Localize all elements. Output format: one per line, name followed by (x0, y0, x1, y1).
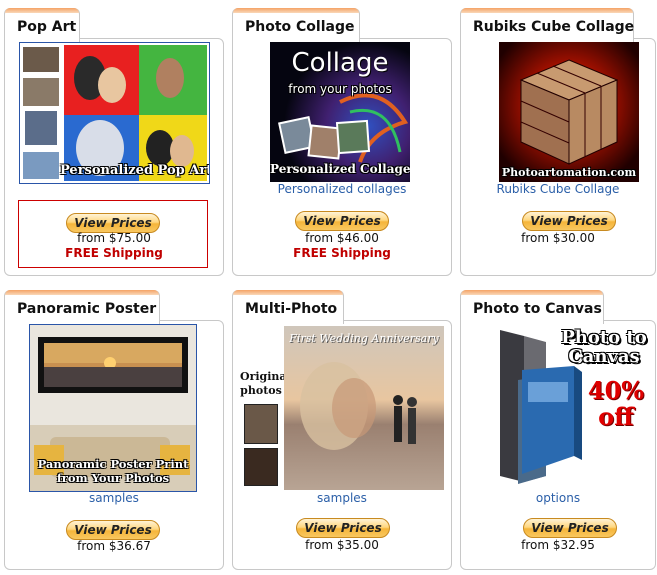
discount-promo: 40% off (587, 376, 645, 431)
tab-label: Photo to Canvas (473, 301, 602, 317)
product-card-photo-to-canvas: Photo to Canvas Photo to Canvas 40% off … (460, 286, 656, 570)
collage-subtitle: from your photos (288, 82, 392, 96)
rubiks-cube-graphic (499, 42, 639, 182)
tab-pop-art[interactable]: Pop Art (4, 8, 80, 42)
price-text: from $32.95 (521, 538, 595, 552)
tab-highlight (5, 8, 79, 13)
collage-caption: Personalized Collage (270, 162, 410, 176)
tab-highlight (461, 290, 603, 295)
view-prices-button[interactable]: View Prices (295, 211, 389, 231)
multi-photo-title: First Wedding Anniversary (289, 332, 439, 345)
product-card-panoramic-poster: Panoramic Poster Panoramic Poster Print … (4, 286, 224, 570)
view-prices-button[interactable]: View Prices (296, 518, 390, 538)
tab-label: Pop Art (17, 19, 77, 35)
rubiks-caption: Photoartomation.com (501, 166, 637, 179)
pop-art-graphic (23, 45, 207, 181)
tab-rubiks-cube-collage[interactable]: Rubiks Cube Collage (460, 8, 634, 42)
samples-link[interactable]: samples (4, 491, 224, 505)
samples-link[interactable]: samples (232, 491, 452, 505)
original-photos-label: Original photos (240, 370, 291, 397)
free-shipping-text: FREE Shipping (65, 246, 163, 260)
panoramic-poster-image[interactable]: Panoramic Poster Print from Your Photos (29, 324, 197, 492)
view-prices-button[interactable]: View Prices (523, 518, 617, 538)
panoramic-caption: Panoramic Poster Print from Your Photos (37, 457, 189, 485)
price-text: from $30.00 (521, 231, 595, 245)
view-prices-button[interactable]: View Prices (522, 211, 616, 231)
canvas-title: Photo to Canvas (561, 327, 647, 367)
tab-photo-collage[interactable]: Photo Collage (232, 8, 360, 42)
product-card-pop-art: Pop Art Personalized Pop Art View Prices… (4, 4, 224, 276)
free-shipping-text: FREE Shipping (293, 246, 391, 260)
options-link[interactable]: options (460, 491, 656, 505)
view-prices-button[interactable]: View Prices (66, 213, 160, 233)
photo-collage-image[interactable]: Collage from your photos Personalized Co… (270, 42, 410, 182)
multi-photo-image[interactable]: Original photos First Wedding Anniversar… (240, 326, 444, 490)
tab-panoramic-poster[interactable]: Panoramic Poster (4, 290, 160, 324)
price-text: from $46.00 (305, 231, 379, 245)
original-photo-thumb (244, 404, 278, 444)
tab-photo-to-canvas[interactable]: Photo to Canvas (460, 290, 604, 324)
pop-art-image[interactable]: Personalized Pop Art (19, 42, 210, 184)
personalized-collages-link[interactable]: Personalized collages (232, 182, 452, 196)
multi-photo-graphic (284, 326, 444, 490)
tab-label: Multi-Photo (245, 301, 338, 317)
tab-highlight (233, 290, 343, 295)
tab-label: Photo Collage (245, 19, 355, 35)
product-card-multi-photo: Multi-Photo Original photos First Weddin… (232, 286, 452, 570)
tab-label: Panoramic Poster (17, 301, 157, 317)
tab-label: Rubiks Cube Collage (473, 19, 635, 35)
tab-highlight (461, 8, 633, 13)
product-card-photo-collage: Photo Collage Collage from your photos P… (232, 4, 452, 276)
price-text: from $75.00 (77, 231, 151, 245)
product-card-rubiks-cube: Rubiks Cube Collage Photoartomation.com (460, 4, 656, 276)
tab-multi-photo[interactable]: Multi-Photo (232, 290, 344, 324)
price-text: from $35.00 (305, 538, 379, 552)
view-prices-button[interactable]: View Prices (66, 520, 160, 540)
photo-to-canvas-image[interactable]: Photo to Canvas 40% off (494, 326, 654, 486)
rubiks-cube-collage-link[interactable]: Rubiks Cube Collage (460, 182, 656, 196)
tab-highlight (233, 8, 359, 13)
original-photo-thumb (244, 448, 278, 486)
price-text: from $36.67 (77, 539, 151, 553)
rubiks-cube-image[interactable]: Photoartomation.com (499, 42, 639, 182)
collage-title: Collage (291, 48, 389, 78)
tab-highlight (5, 290, 159, 295)
pop-art-caption: Personalized Pop Art (60, 163, 210, 178)
